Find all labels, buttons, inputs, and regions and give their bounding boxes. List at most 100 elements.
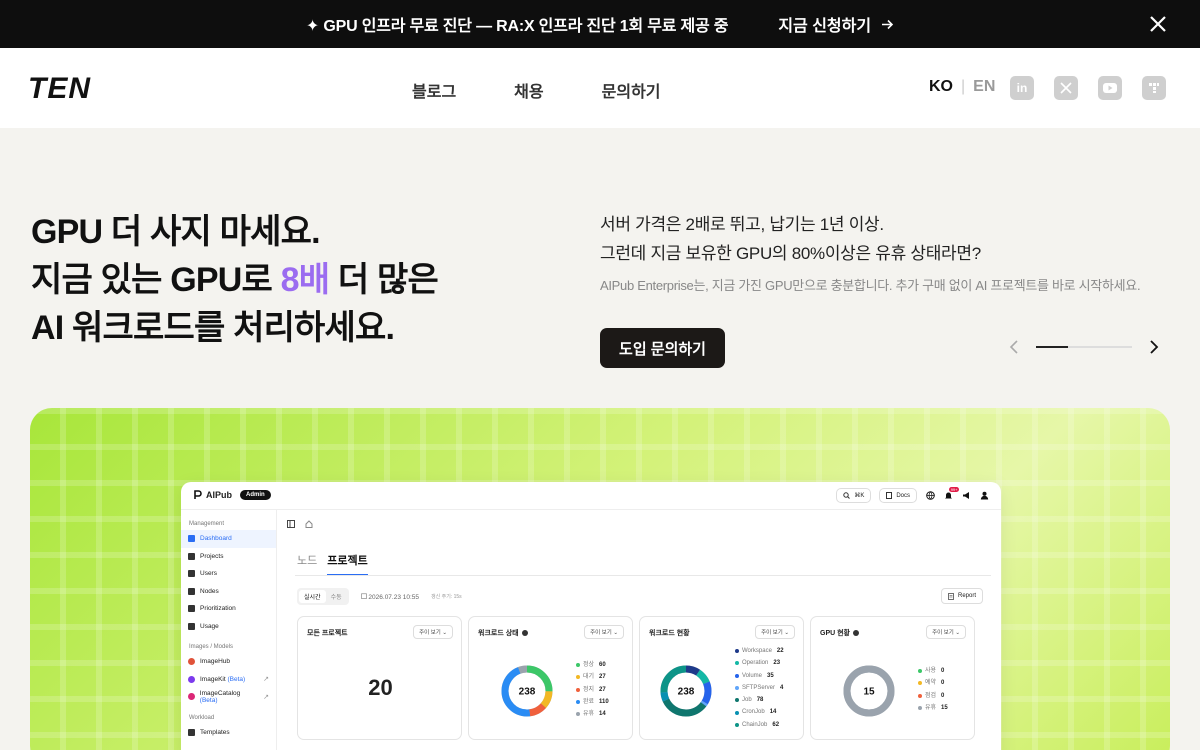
view-dropdown[interactable]: 주이 보기 ⌄	[413, 625, 453, 639]
docs-button[interactable]: Docs	[879, 488, 917, 503]
hero-title-line2: 지금 있는 GPU로 8배 더 많은	[31, 256, 439, 304]
youtube-icon[interactable]	[1098, 76, 1122, 100]
info-icon[interactable]	[521, 630, 528, 636]
announcement-cta-link[interactable]: 지금 신청하기	[778, 12, 894, 36]
sidebar-item-dashboard[interactable]: Dashboard	[181, 530, 276, 548]
legend-item: 대기 27	[576, 671, 609, 683]
view-dropdown[interactable]: 주이 보기 ⌄	[755, 625, 795, 639]
legend-dot	[735, 722, 739, 727]
users-icon	[188, 570, 195, 578]
imagecatalog-label: ImageCatalog	[199, 689, 241, 697]
tab-divider	[295, 575, 991, 576]
ten-logo[interactable]: TEN	[28, 74, 136, 100]
sidebar-item-users[interactable]: Users	[181, 565, 276, 583]
legend-dot	[735, 686, 739, 691]
card-title-text: GPU 현황	[820, 630, 850, 637]
view-dropdown[interactable]: 주이 보기 ⌄	[584, 625, 624, 639]
sidebar-item-usage[interactable]: Usage	[181, 618, 276, 636]
megaphone-icon[interactable]	[961, 491, 971, 501]
hero-sub-line1: 서버 가격은 2배로 뛰고, 납기는 1년 이상.	[600, 215, 884, 234]
legend-dot	[918, 681, 922, 686]
nav-careers[interactable]: 채용	[514, 78, 543, 102]
dashboard-date: 2026.07.23 10:55	[360, 593, 419, 601]
breadcrumb	[287, 520, 313, 528]
sidebar-toggle-icon[interactable]	[287, 520, 295, 528]
globe-icon[interactable]	[925, 491, 935, 501]
user-icon[interactable]	[979, 491, 989, 501]
chevron-left-icon[interactable]	[1006, 338, 1024, 356]
legend-value: 15	[941, 704, 948, 711]
gpu-status-card: GPU 현황 주이 보기 ⌄ 15 사용 0 예약 0 점검 0 유휴 15	[810, 616, 975, 740]
legend-value: 22	[776, 648, 784, 654]
legend-dot	[576, 687, 580, 692]
sidebar-item-nodes[interactable]: Nodes	[181, 583, 276, 601]
hero-title: GPU 더 사지 마세요. 지금 있는 GPU로 8배 더 많은 AI 워크로드…	[31, 208, 439, 352]
carousel-progress-fill	[1036, 346, 1068, 348]
legend-label: 점검	[925, 692, 937, 699]
x-icon[interactable]	[1054, 76, 1078, 100]
sidebar-item-label: Projects	[200, 552, 224, 560]
hero-description: AIPub Enterprise는, 지금 가진 GPU만으로 충분합니다. 추…	[600, 278, 1141, 293]
info-icon[interactable]	[853, 630, 859, 636]
sidebar-item-imagekit[interactable]: ImageKit (Beta) ↗	[181, 671, 276, 689]
sidebar-item-label: Users	[200, 570, 217, 578]
beta-tag: (Beta)	[227, 675, 246, 683]
bell-icon[interactable]: 99+	[943, 486, 959, 501]
lang-en[interactable]: EN	[973, 78, 995, 96]
sidebar-item-imagehub[interactable]: ImageHub	[181, 653, 276, 671]
legend-value: 35	[767, 672, 774, 679]
legend-value: 62	[772, 721, 780, 728]
contact-cta-button[interactable]: 도입 문의하기	[600, 328, 725, 368]
beta-tag: (Beta)	[199, 696, 218, 704]
legend-label: Workspace	[742, 648, 772, 654]
realtime-option[interactable]: 실시간	[299, 590, 326, 603]
linkedin-icon[interactable]: in	[1010, 76, 1034, 100]
dropdown-label: 주이 보기	[761, 630, 783, 636]
template-icon	[188, 728, 195, 736]
brand-icon[interactable]	[1142, 76, 1166, 100]
legend-dot	[918, 669, 922, 674]
legend-value: 0	[941, 692, 945, 699]
stat-cards: 모든 프로젝트 주이 보기 ⌄ 20 워크로드 상태 주이 보기 ⌄ 238 정…	[297, 616, 975, 740]
donut-total: 15	[863, 687, 875, 698]
card-title: 워크로드 상태	[478, 628, 528, 638]
close-icon[interactable]	[1146, 12, 1170, 36]
view-dropdown[interactable]: 주이 보기 ⌄	[926, 625, 966, 639]
chevron-right-icon[interactable]	[1144, 338, 1162, 356]
dashboard-icon	[188, 535, 195, 543]
legend-item: Job 78	[735, 694, 784, 706]
tab-projects[interactable]: 프로젝트	[327, 552, 368, 576]
aipub-logo: AIPub Admin	[194, 490, 271, 500]
imagehub-icon	[188, 658, 195, 666]
report-button[interactable]: Report	[940, 588, 983, 604]
legend-value: 14	[599, 711, 606, 718]
manual-option[interactable]: 수동	[326, 590, 347, 603]
legend-item: 사용 0	[918, 665, 948, 677]
search-button[interactable]: ⌘K	[836, 488, 872, 503]
lang-ko[interactable]: KO	[929, 78, 953, 96]
hero-accent-text: 8배	[280, 261, 330, 299]
refresh-mode-toggle: 실시간 수동	[297, 588, 349, 605]
legend-item: 유휴 14	[576, 708, 609, 720]
legend-dot	[576, 712, 580, 717]
sidebar-item-prioritization[interactable]: Prioritization	[181, 600, 276, 618]
legend-item: CronJob 14	[735, 706, 784, 718]
carousel-progress	[1036, 346, 1132, 348]
priority-icon	[188, 605, 195, 613]
nav-blog[interactable]: 블로그	[412, 78, 456, 102]
hero-title-line2-pre: 지금 있는 GPU로	[31, 261, 281, 299]
tab-nodes[interactable]: 노드	[297, 552, 317, 576]
imagekit-icon	[188, 675, 195, 683]
legend-dot	[918, 706, 922, 711]
legend-value: 110	[599, 698, 609, 705]
sidebar-item-imagecatalog[interactable]: ImageCatalog (Beta) ↗	[181, 688, 276, 706]
legend-item: 완료 110	[576, 696, 609, 708]
arrow-right-icon	[882, 19, 894, 29]
sidebar-item-label: Templates	[200, 728, 230, 736]
sidebar-item-projects[interactable]: Projects	[181, 548, 276, 566]
nav-contact[interactable]: 문의하기	[602, 78, 661, 102]
legend-label: 예약	[925, 680, 937, 687]
home-icon[interactable]	[305, 520, 313, 528]
sidebar-item-templates[interactable]: Templates	[181, 724, 276, 742]
main-nav: 블로그 채용 문의하기	[412, 78, 661, 102]
